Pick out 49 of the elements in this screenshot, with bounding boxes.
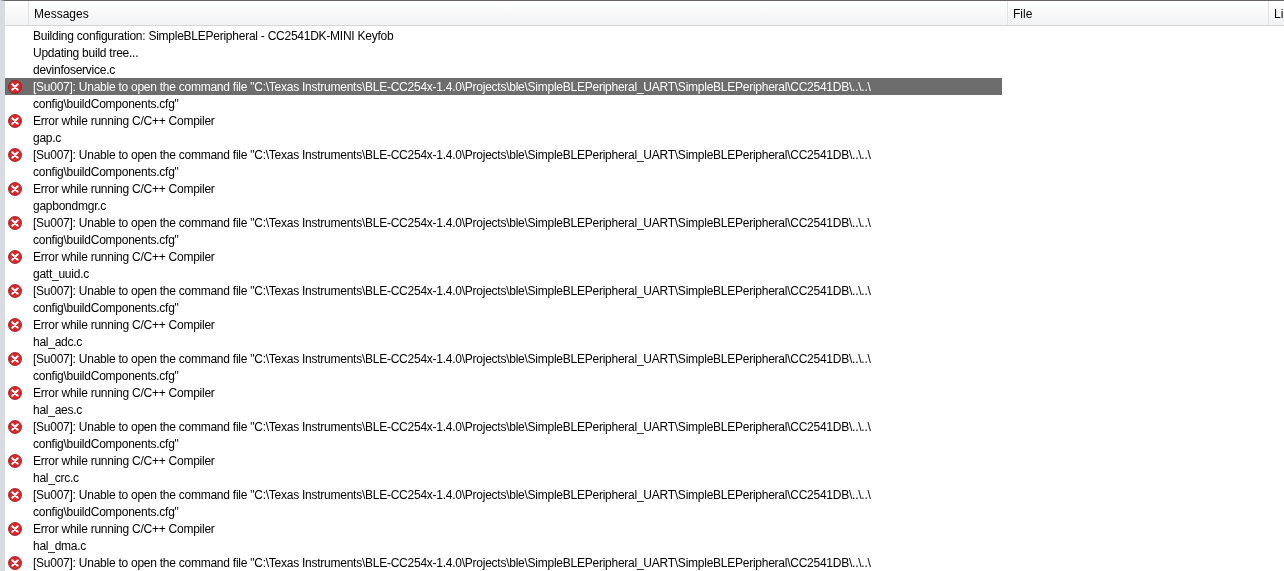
error-icon (8, 79, 22, 94)
message-text: gapbondmgr.c (33, 198, 107, 213)
message-text: [Su007]: Unable to open the command file "C:\Texas Instruments\BLE-CC254x-1.4.0\Projects\ble\SimpleBLEPeripheral_UART\SimpleBLEPeripheral\CC2541DB\..\..\ (33, 351, 871, 366)
message-text: [Su007]: Unable to open the command file "C:\Texas Instruments\BLE-CC254x-1.4.0\Projects\ble\SimpleBLEPeripheral_UART\SimpleBLEPeripheral\CC2541DB\..\..\ (33, 147, 871, 162)
message-text: config\buildComponents.cfg" (33, 368, 179, 383)
error-icon (8, 147, 22, 162)
message-text: [Su007]: Unable to open the command file "C:\Texas Instruments\BLE-CC254x-1.4.0\Projects\ble\SimpleBLEPeripheral_UART\SimpleBLEPeripheral\CC2541DB\..\..\ (33, 79, 871, 94)
message-text: [Su007]: Unable to open the command file "C:\Texas Instruments\BLE-CC254x-1.4.0\Projects\ble\SimpleBLEPeripheral_UART\SimpleBLEPeripheral\CC2541DB\..\..\ (33, 419, 871, 434)
message-text: config\buildComponents.cfg" (33, 164, 179, 179)
error-icon (8, 249, 22, 264)
error-icon (8, 487, 22, 502)
error-icon (8, 215, 22, 230)
message-text: Updating build tree... (33, 45, 139, 60)
message-text: config\buildComponents.cfg" (33, 504, 179, 519)
error-icon (8, 113, 22, 128)
message-text: config\buildComponents.cfg" (33, 232, 179, 247)
error-icon (8, 453, 22, 468)
message-text: Error while running C/C++ Compiler (33, 249, 215, 264)
message-text: devinfoservice.c (33, 62, 116, 77)
message-text: Error while running C/C++ Compiler (33, 181, 215, 196)
message-text: Error while running C/C++ Compiler (33, 385, 215, 400)
message-text: Error while running C/C++ Compiler (33, 317, 215, 332)
message-text: hal_crc.c (33, 470, 79, 485)
error-icon (8, 283, 22, 298)
message-text: gatt_uuid.c (33, 266, 89, 281)
column-header[interactable]: File (1008, 1, 1269, 25)
column-header[interactable]: Messages (29, 1, 1008, 25)
message-text: [Su007]: Unable to open the command file "C:\Texas Instruments\BLE-CC254x-1.4.0\Projects\ble\SimpleBLEPeripheral_UART\SimpleBLEPeripheral\CC2541DB\..\..\ (33, 555, 871, 570)
column-header[interactable]: Li (1269, 1, 1284, 25)
message-text: hal_aes.c (33, 402, 83, 417)
error-icon (8, 317, 22, 332)
message-text: hal_dma.c (33, 538, 87, 553)
error-icon (8, 181, 22, 196)
message-text: config\buildComponents.cfg" (33, 436, 179, 451)
message-text: Error while running C/C++ Compiler (33, 521, 215, 536)
message-text: hal_adc.c (33, 334, 83, 349)
message-text: config\buildComponents.cfg" (33, 300, 179, 315)
error-icon (8, 385, 22, 400)
message-text: config\buildComponents.cfg" (33, 96, 179, 111)
message-text: Building configuration: SimpleBLEPeripheral - CC2541DK-MINI Keyfob (33, 28, 394, 43)
error-icon (8, 521, 22, 536)
message-text: Error while running C/C++ Compiler (33, 453, 215, 468)
message-text: gap.c (33, 130, 62, 145)
message-text: [Su007]: Unable to open the command file "C:\Texas Instruments\BLE-CC254x-1.4.0\Projects\ble\SimpleBLEPeripheral_UART\SimpleBLEPeripheral\CC2541DB\..\..\ (33, 283, 871, 298)
message-text: Error while running C/C++ Compiler (33, 113, 215, 128)
error-icon (8, 419, 22, 434)
message-text: [Su007]: Unable to open the command file "C:\Texas Instruments\BLE-CC254x-1.4.0\Projects\ble\SimpleBLEPeripheral_UART\SimpleBLEPeripheral\CC2541DB\..\..\ (33, 215, 871, 230)
message-text: [Su007]: Unable to open the command file "C:\Texas Instruments\BLE-CC254x-1.4.0\Projects\ble\SimpleBLEPeripheral_UART\SimpleBLEPeripheral\CC2541DB\..\..\ (33, 487, 871, 502)
error-icon (8, 351, 22, 366)
